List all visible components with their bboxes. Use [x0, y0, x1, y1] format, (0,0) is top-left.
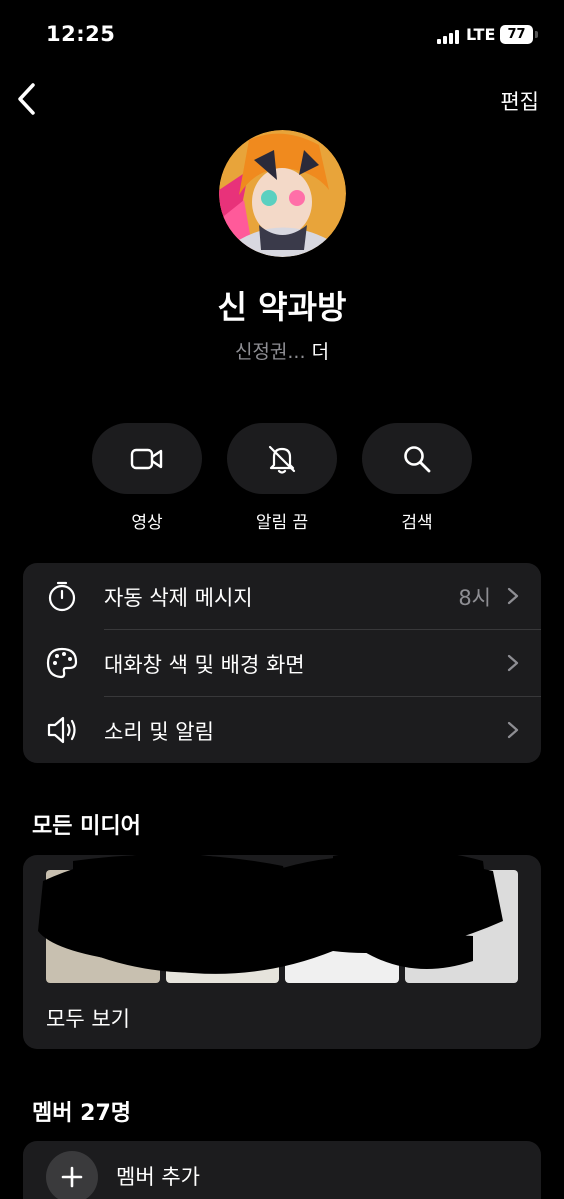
auto-delete-value: 8시	[458, 586, 491, 610]
media-card: 모두 보기	[23, 849, 541, 1049]
add-member-label: 멤버 추가	[116, 1165, 200, 1189]
video-label: 영상	[131, 513, 163, 533]
more-link[interactable]: 더	[312, 341, 329, 363]
timer-icon	[48, 581, 76, 612]
palette-icon	[46, 647, 78, 679]
group-name: 신 약과방	[217, 288, 347, 326]
see-all-button[interactable]: 모두 보기	[46, 1003, 130, 1033]
group-avatar[interactable]	[219, 130, 346, 257]
sound-label: 소리 및 알림	[104, 720, 214, 744]
add-member-button[interactable]: 멤버 추가	[23, 1141, 541, 1199]
theme-label: 대화창 색 및 배경 화면	[104, 653, 305, 677]
search-icon	[404, 445, 431, 472]
member-summary[interactable]: 신정권... 더	[0, 337, 564, 364]
sound-row[interactable]: 소리 및 알림	[23, 697, 541, 763]
video-button[interactable]	[92, 423, 202, 494]
status-time: 12:25	[46, 22, 116, 46]
speaker-icon	[47, 716, 76, 744]
auto-delete-row[interactable]: 자동 삭제 메시지 8시	[23, 563, 541, 629]
video-camera-icon	[130, 448, 163, 469]
member-preview: 신정권...	[234, 341, 306, 363]
battery-icon: 77	[500, 25, 533, 44]
search-label: 검색	[401, 513, 433, 533]
back-button[interactable]	[8, 80, 44, 118]
video-action[interactable]: 영상	[92, 423, 202, 533]
edit-button[interactable]: 편집	[500, 86, 539, 116]
members-card: 멤버 추가	[23, 1141, 541, 1199]
plus-icon	[61, 1166, 83, 1188]
add-member-circle	[46, 1151, 98, 1199]
settings-card: 자동 삭제 메시지 8시 대화창 색 및 배경 화면 소리 및 알림	[23, 563, 541, 763]
theme-row[interactable]: 대화창 색 및 배경 화면	[23, 630, 541, 696]
status-bar: 12:25 LTE 77	[0, 0, 564, 70]
members-section-title: 멤버 27명	[32, 1101, 131, 1126]
bell-slash-icon	[268, 445, 296, 474]
mute-button[interactable]	[227, 423, 337, 494]
search-action[interactable]: 검색	[362, 423, 472, 533]
media-section-title: 모든 미디어	[32, 814, 141, 839]
signal-strength-icon	[437, 28, 459, 44]
chevron-right-icon	[507, 654, 519, 672]
search-button[interactable]	[362, 423, 472, 494]
mute-action[interactable]: 알림 끔	[227, 423, 337, 533]
auto-delete-label: 자동 삭제 메시지	[104, 586, 253, 610]
network-type: LTE	[466, 25, 496, 44]
chevron-right-icon	[507, 587, 519, 605]
redaction-scribble	[38, 849, 503, 974]
chevron-right-icon	[507, 721, 519, 739]
mute-label: 알림 끔	[255, 513, 309, 533]
chevron-left-icon	[18, 83, 35, 115]
battery-tip	[535, 31, 538, 38]
